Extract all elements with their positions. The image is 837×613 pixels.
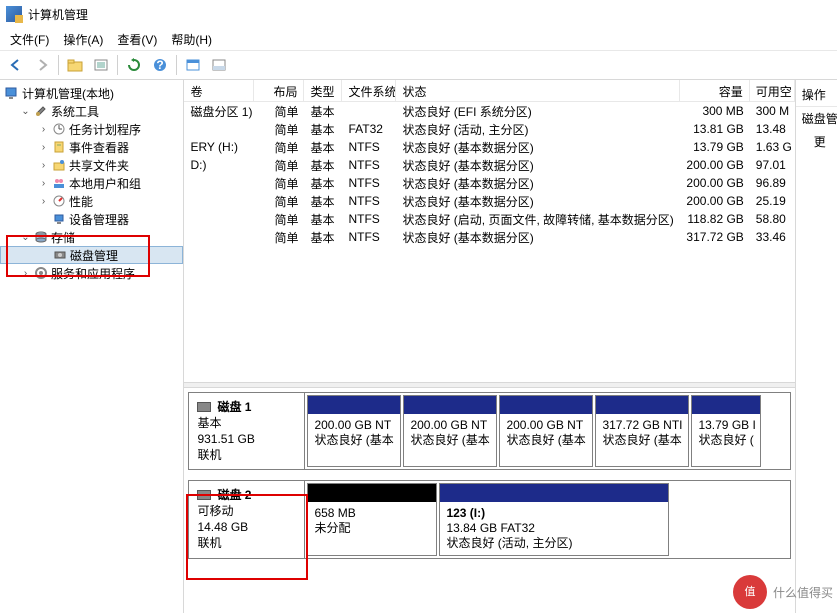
menu-file[interactable]: 文件(F) xyxy=(4,29,55,50)
collapse-icon[interactable]: ⌄ xyxy=(20,232,31,243)
volume-list[interactable]: 磁盘分区 1)简单基本状态良好 (EFI 系统分区)300 MB300 M简单基… xyxy=(184,102,794,382)
main: 计算机管理(本地) ⌄ 系统工具 ›任务计划程序 ›事件查看器 ›共享文件夹 ›… xyxy=(0,80,837,613)
expand-icon[interactable]: › xyxy=(38,196,49,207)
collapse-icon[interactable]: ⌄ xyxy=(20,106,31,117)
app-icon xyxy=(6,6,22,22)
disk-2-partitions: 658 MB未分配123 (I:)13.84 GB FAT32状态良好 (活动,… xyxy=(305,481,789,558)
partition[interactable]: 658 MB未分配 xyxy=(307,483,437,556)
tree-event[interactable]: ›事件查看器 xyxy=(0,138,183,156)
menu-view[interactable]: 查看(V) xyxy=(111,29,163,50)
tree-task[interactable]: ›任务计划程序 xyxy=(0,120,183,138)
col-status[interactable]: 状态 xyxy=(396,80,679,101)
forward-button[interactable] xyxy=(30,53,54,77)
col-type[interactable]: 类型 xyxy=(304,80,342,101)
expand-icon[interactable]: › xyxy=(38,178,49,189)
nav-tree[interactable]: 计算机管理(本地) ⌄ 系统工具 ›任务计划程序 ›事件查看器 ›共享文件夹 ›… xyxy=(0,80,184,613)
tree-perf[interactable]: ›性能 xyxy=(0,192,183,210)
content: 卷 布局 类型 文件系统 状态 容量 可用空 磁盘分区 1)简单基本状态良好 (… xyxy=(184,80,795,613)
shared-icon xyxy=(51,157,67,173)
separator xyxy=(117,55,118,75)
tree-systools[interactable]: ⌄ 系统工具 xyxy=(0,102,183,120)
col-free[interactable]: 可用空 xyxy=(750,80,795,101)
volume-row[interactable]: 磁盘分区 1)简单基本状态良好 (EFI 系统分区)300 MB300 M xyxy=(184,102,794,120)
menu-action[interactable]: 操作(A) xyxy=(57,29,109,50)
separator xyxy=(58,55,59,75)
expand-icon[interactable]: › xyxy=(38,124,49,135)
expand-icon[interactable]: › xyxy=(38,142,49,153)
svg-text:?: ? xyxy=(156,58,163,72)
col-capacity[interactable]: 容量 xyxy=(680,80,750,101)
tree-storage[interactable]: ⌄存储 xyxy=(0,228,183,246)
col-fs[interactable]: 文件系统 xyxy=(342,80,396,101)
menubar: 文件(F) 操作(A) 查看(V) 帮助(H) xyxy=(0,28,837,50)
disk-1-partitions: 200.00 GB NT状态良好 (基本200.00 GB NT状态良好 (基本… xyxy=(305,393,789,469)
actions-header: 操作 xyxy=(796,83,837,107)
tree-users[interactable]: ›本地用户和组 xyxy=(0,174,183,192)
services-icon xyxy=(33,265,49,281)
tool-refresh[interactable] xyxy=(122,53,146,77)
tree-devmgr[interactable]: 设备管理器 xyxy=(0,210,183,228)
disk-2-row[interactable]: 磁盘 2 可移动 14.48 GB 联机 658 MB未分配123 (I:)13… xyxy=(188,480,790,559)
partition[interactable]: 200.00 GB NT状态良好 (基本 xyxy=(307,395,401,467)
devmgr-icon xyxy=(51,211,67,227)
volume-row[interactable]: 简单基本NTFS状态良好 (基本数据分区)317.72 GB33.46 xyxy=(184,228,794,246)
disk-1-info[interactable]: 磁盘 1 基本 931.51 GB 联机 xyxy=(189,393,305,469)
expand-icon[interactable]: › xyxy=(38,160,49,171)
expand-icon[interactable]: › xyxy=(20,268,31,279)
partition[interactable]: 317.72 GB NTI状态良好 (基本 xyxy=(595,395,689,467)
window-title: 计算机管理 xyxy=(28,6,88,23)
disk-icon xyxy=(197,490,211,500)
disk-icon xyxy=(197,402,211,412)
disk-1-row[interactable]: 磁盘 1 基本 931.51 GB 联机 200.00 GB NT状态良好 (基… xyxy=(188,392,790,470)
partition[interactable]: 13.79 GB I状态良好 ( xyxy=(691,395,761,467)
tool-properties[interactable] xyxy=(89,53,113,77)
volume-row[interactable]: 简单基本NTFS状态良好 (启动, 页面文件, 故障转储, 基本数据分区)118… xyxy=(184,210,794,228)
volume-row[interactable]: 简单基本FAT32状态良好 (活动, 主分区)13.81 GB13.48 xyxy=(184,120,794,138)
tools-icon xyxy=(33,103,49,119)
tree-root[interactable]: 计算机管理(本地) xyxy=(0,84,183,102)
col-volume[interactable]: 卷 xyxy=(184,80,254,101)
menu-help[interactable]: 帮助(H) xyxy=(165,29,218,50)
toolbar: ? xyxy=(0,50,837,80)
perf-icon xyxy=(51,193,67,209)
scheduler-icon xyxy=(51,121,67,137)
users-icon xyxy=(51,175,67,191)
volume-row[interactable]: 简单基本NTFS状态良好 (基本数据分区)200.00 GB25.19 xyxy=(184,192,794,210)
partition[interactable]: 200.00 GB NT状态良好 (基本 xyxy=(403,395,497,467)
tree-shared[interactable]: ›共享文件夹 xyxy=(0,156,183,174)
partition[interactable]: 123 (I:)13.84 GB FAT32状态良好 (活动, 主分区) xyxy=(439,483,669,556)
watermark-text: 什么值得买 xyxy=(773,584,833,601)
volume-list-header[interactable]: 卷 布局 类型 文件系统 状态 容量 可用空 xyxy=(184,80,794,102)
actions-pane: 操作 磁盘管 更 xyxy=(796,80,837,613)
event-icon xyxy=(51,139,67,155)
tool-view2[interactable] xyxy=(207,53,231,77)
col-layout[interactable]: 布局 xyxy=(254,80,304,101)
storage-icon xyxy=(33,229,49,245)
watermark-badge: 值 xyxy=(733,575,767,609)
computer-icon xyxy=(4,85,20,101)
actions-item-more[interactable]: 更 xyxy=(796,130,837,153)
disk-2-info[interactable]: 磁盘 2 可移动 14.48 GB 联机 xyxy=(189,481,305,558)
separator xyxy=(176,55,177,75)
volume-row[interactable]: 简单基本NTFS状态良好 (基本数据分区)200.00 GB96.89 xyxy=(184,174,794,192)
tool-view1[interactable] xyxy=(181,53,205,77)
volume-row[interactable]: ERY (H:)简单基本NTFS状态良好 (基本数据分区)13.79 GB1.6… xyxy=(184,138,794,156)
watermark: 值 什么值得买 xyxy=(733,575,833,609)
tree-services[interactable]: ›服务和应用程序 xyxy=(0,264,183,282)
diskmgmt-icon xyxy=(52,247,68,263)
actions-item-diskmgmt[interactable]: 磁盘管 xyxy=(796,107,837,130)
tool-help[interactable]: ? xyxy=(148,53,172,77)
tool-folder[interactable] xyxy=(63,53,87,77)
back-button[interactable] xyxy=(4,53,28,77)
disk-graphical-view[interactable]: 磁盘 1 基本 931.51 GB 联机 200.00 GB NT状态良好 (基… xyxy=(184,388,794,613)
tree-diskmgmt[interactable]: 磁盘管理 xyxy=(0,246,183,264)
partition[interactable]: 200.00 GB NT状态良好 (基本 xyxy=(499,395,593,467)
volume-row[interactable]: D:)简单基本NTFS状态良好 (基本数据分区)200.00 GB97.01 xyxy=(184,156,794,174)
titlebar: 计算机管理 xyxy=(0,0,837,28)
